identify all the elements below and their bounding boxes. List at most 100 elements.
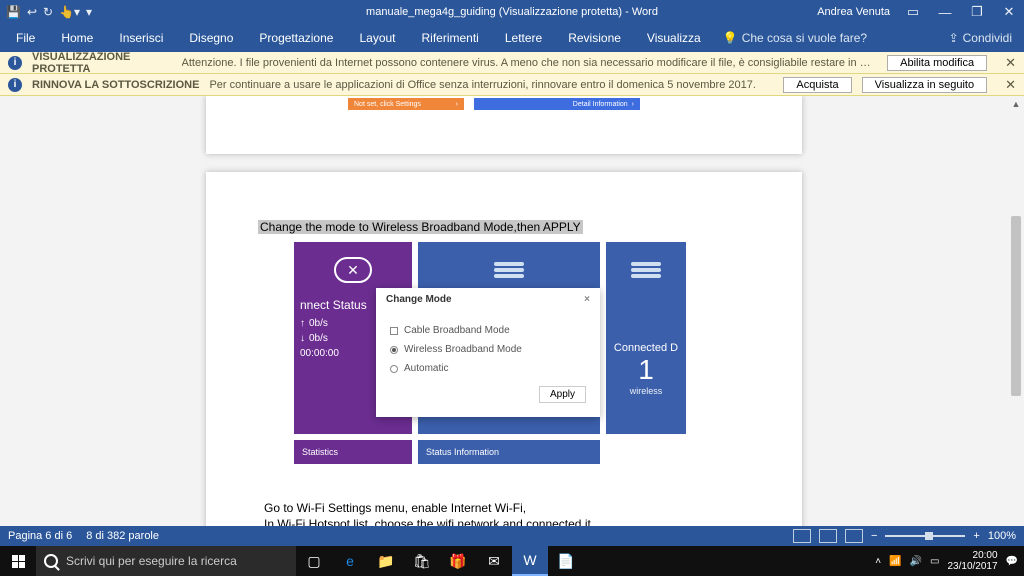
radio-selected-icon (390, 346, 398, 354)
taskbar-search[interactable]: Scrivi qui per eseguire la ricerca (36, 546, 296, 576)
user-name[interactable]: Andrea Venuta (817, 6, 890, 18)
save-icon[interactable]: 💾 (6, 5, 21, 19)
embedded-orange-button: Not set, click Settings › (348, 98, 464, 110)
maximize-button[interactable]: ❐ (968, 4, 986, 20)
change-mode-dialog: Change Mode × Cable Broadband Mode Wirel… (376, 288, 600, 417)
scroll-up-icon[interactable]: ▲ (1008, 96, 1024, 112)
share-icon: ⇪ (949, 31, 959, 45)
web-layout-button[interactable] (845, 529, 863, 543)
window-title: manuale_mega4g_guiding (Visualizzazione … (366, 6, 658, 18)
network-icon[interactable]: 📶 (889, 556, 901, 567)
explorer-app[interactable]: 📁 (368, 546, 404, 576)
zoom-level[interactable]: 100% (988, 530, 1016, 542)
tab-disegno[interactable]: Disegno (177, 24, 245, 52)
tell-me-placeholder: Che cosa si vuole fare? (742, 31, 867, 45)
status-bar: Pagina 6 di 6 8 di 382 parole − + 100% (0, 526, 1024, 546)
enable-editing-button[interactable]: Abilita modifica (887, 55, 987, 71)
option-label: Automatic (404, 363, 448, 374)
page-current: Change the mode to Wireless Broadband Mo… (206, 172, 802, 546)
scrollbar-thumb[interactable] (1011, 216, 1021, 396)
print-layout-button[interactable] (819, 529, 837, 543)
download-speed: 0b/s (309, 333, 328, 344)
task-view-button[interactable]: ▢ (296, 546, 332, 576)
tab-visualizza[interactable]: Visualizza (635, 24, 713, 52)
clock-date: 23/10/2017 (947, 561, 997, 572)
volume-icon[interactable]: 🔊 (910, 556, 922, 567)
embedded-blue-button: Detail Information › (474, 98, 640, 110)
server-icon (631, 260, 661, 280)
edge-app[interactable]: e (332, 546, 368, 576)
option-label: Cable Broadband Mode (404, 325, 510, 336)
info-icon: i (8, 56, 22, 70)
undo-icon[interactable]: ↩ (27, 5, 37, 19)
share-button[interactable]: ⇪ Condividi (949, 31, 1020, 45)
checkbox-icon (390, 327, 398, 335)
option-wireless: Wireless Broadband Mode (390, 344, 586, 355)
tab-progettazione[interactable]: Progettazione (247, 24, 345, 52)
instruction-text: Change the mode to Wireless Broadband Mo… (258, 220, 583, 234)
close-button[interactable]: ✕ (1000, 4, 1018, 20)
close-bar-button[interactable]: ✕ (1005, 77, 1016, 93)
connected-count: 1 (606, 354, 686, 386)
statistics-tile: Statistics (294, 440, 412, 464)
notifications-icon[interactable]: 💬 (1006, 556, 1018, 567)
upload-speed: 0b/s (309, 318, 328, 329)
zoom-in-button[interactable]: + (973, 530, 979, 542)
buy-button[interactable]: Acquista (783, 77, 851, 93)
redo-icon[interactable]: ↻ (43, 5, 53, 19)
tab-home[interactable]: Home (49, 24, 105, 52)
ribbon-tabs: File Home Inserisci Disegno Progettazion… (0, 24, 1024, 52)
share-label: Condividi (963, 31, 1012, 45)
windows-taskbar: Scrivi qui per eseguire la ricerca ▢ e 📁… (0, 546, 1024, 576)
apply-button: Apply (539, 386, 586, 403)
minimize-button[interactable]: — (936, 5, 954, 20)
search-icon (44, 554, 58, 568)
duration: 00:00:00 (300, 348, 339, 359)
chevron-right-icon: › (632, 101, 634, 108)
word-count[interactable]: 8 di 382 parole (86, 530, 159, 542)
tab-inserisci[interactable]: Inserisci (107, 24, 175, 52)
taskbar-apps: ▢ e 📁 🛍 🎁 ✉ W 📄 (296, 546, 584, 576)
touch-mode-icon[interactable]: 👆▾ (59, 5, 80, 19)
protected-view-label: VISUALIZZAZIONE PROTETTA (32, 51, 172, 75)
document-area: Not set, click Settings › Detail Informa… (0, 96, 1024, 546)
subscription-label: RINNOVA LA SOTTOSCRIZIONE (32, 79, 199, 91)
tell-me-search[interactable]: 💡 Che cosa si vuole fare? (723, 31, 867, 45)
view-later-button[interactable]: Visualizza in seguito (862, 77, 987, 93)
arrow-down-icon: ↓ (300, 333, 305, 344)
tab-layout[interactable]: Layout (347, 24, 407, 52)
ribbon-options-icon[interactable]: ▭ (904, 4, 922, 20)
dialog-title: Change Mode (386, 294, 452, 305)
word-app[interactable]: W (512, 546, 548, 576)
word-doc-app[interactable]: 📄 (548, 546, 584, 576)
blue-label: Detail Information (573, 101, 628, 108)
store-app[interactable]: 🛍 (404, 546, 440, 576)
search-placeholder: Scrivi qui per eseguire la ricerca (66, 554, 237, 568)
option-automatic: Automatic (390, 363, 586, 374)
zoom-out-button[interactable]: − (871, 530, 877, 542)
tab-lettere[interactable]: Lettere (493, 24, 554, 52)
mail-app[interactable]: ✉ (476, 546, 512, 576)
tab-file[interactable]: File (4, 24, 47, 52)
qat-customize-icon[interactable]: ▾ (86, 5, 92, 19)
quick-access-toolbar: 💾 ↩ ↻ 👆▾ ▾ (0, 5, 92, 19)
server-icon (494, 260, 524, 280)
vertical-scrollbar[interactable]: ▲ ▼ (1008, 96, 1024, 546)
taskbar-clock[interactable]: 20:00 23/10/2017 (947, 550, 997, 572)
language-indicator[interactable]: ▭ (930, 556, 939, 567)
zoom-slider[interactable] (885, 535, 965, 537)
gift-app[interactable]: 🎁 (440, 546, 476, 576)
read-mode-button[interactable] (793, 529, 811, 543)
instruction-line: Go to Wi-Fi Settings menu, enable Intern… (264, 500, 594, 516)
clock-time: 20:00 (947, 550, 997, 561)
windows-logo-icon (12, 555, 25, 568)
info-icon: i (8, 78, 22, 92)
close-bar-button[interactable]: ✕ (1005, 55, 1016, 71)
tab-revisione[interactable]: Revisione (556, 24, 633, 52)
orange-label: Not set, click Settings (354, 101, 421, 108)
start-button[interactable] (0, 546, 36, 576)
tray-chevron-icon[interactable]: ˄ (875, 556, 881, 567)
page-indicator[interactable]: Pagina 6 di 6 (8, 530, 72, 542)
tab-riferimenti[interactable]: Riferimenti (410, 24, 491, 52)
connected-sub: wireless (606, 386, 686, 396)
